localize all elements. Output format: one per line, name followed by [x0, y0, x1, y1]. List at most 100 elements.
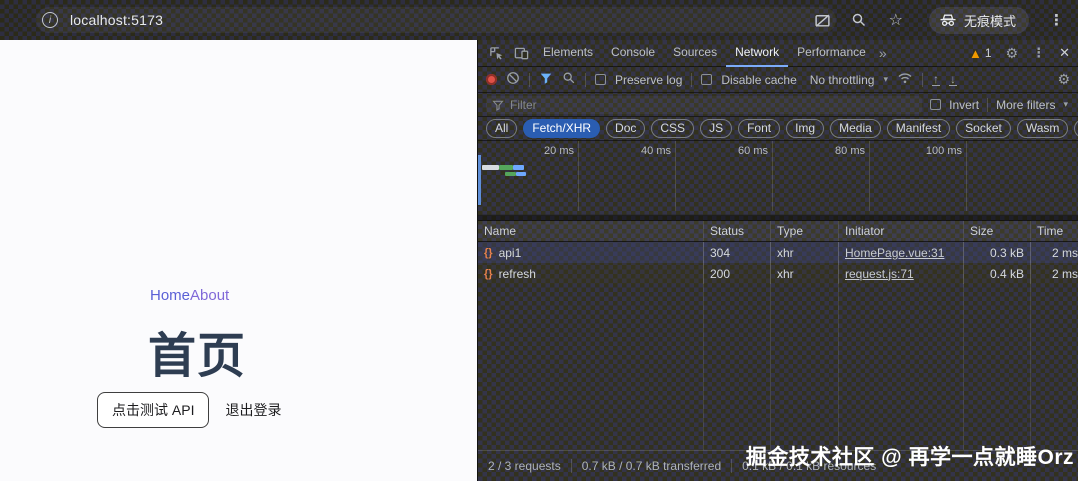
col-size[interactable]: Size — [963, 221, 1030, 241]
chip-wasm[interactable]: Wasm — [1017, 119, 1069, 138]
chip-img[interactable]: Img — [786, 119, 824, 138]
request-size: 0.4 kB — [963, 263, 1030, 284]
overview-drag-handle[interactable] — [478, 155, 481, 205]
incognito-label: 无痕模式 — [964, 11, 1016, 30]
throttling-caret-icon: ▾ — [883, 74, 888, 85]
table-row[interactable]: {} api1 304 xhr HomePage.vue:31 0.3 kB 2… — [478, 242, 1078, 263]
browser-menu-icon[interactable]: ⋮ — [1049, 11, 1064, 29]
search-icon[interactable] — [851, 12, 867, 28]
table-row[interactable]: {} refresh 200 xhr request.js:71 0.4 kB … — [478, 263, 1078, 284]
chip-fetch-xhr[interactable]: Fetch/XHR — [523, 119, 600, 138]
incognito-icon — [939, 12, 957, 28]
record-network-log-button[interactable] — [486, 74, 497, 85]
request-type: xhr — [770, 242, 838, 263]
more-filters-button[interactable]: More filters — [996, 98, 1055, 112]
network-toolbar: Preserve log Disable cache No throttling… — [478, 67, 1078, 93]
chip-media[interactable]: Media — [830, 119, 881, 138]
tick-80ms: 80 ms — [809, 145, 865, 157]
filter-placeholder: Filter — [510, 98, 537, 112]
device-toolbar-icon[interactable] — [514, 46, 529, 61]
initiator-link[interactable]: request.js:71 — [845, 267, 914, 281]
filter-funnel-icon — [492, 99, 504, 111]
filter-input[interactable]: Filter — [486, 96, 922, 114]
tick-40ms: 40 ms — [615, 145, 671, 157]
col-status[interactable]: Status — [703, 221, 770, 241]
initiator-link[interactable]: HomePage.vue:31 — [845, 246, 944, 260]
request-size: 0.3 kB — [963, 242, 1030, 263]
test-api-button[interactable]: 点击测试 API — [97, 392, 209, 428]
export-har-icon[interactable]: ↓ — [949, 74, 957, 86]
chip-doc[interactable]: Doc — [606, 119, 645, 138]
more-filters-caret-icon: ▾ — [1063, 99, 1068, 110]
tab-network[interactable]: Network — [726, 40, 788, 67]
tab-performance[interactable]: Performance — [788, 40, 875, 67]
network-overview-timeline[interactable]: 20 ms 40 ms 60 ms 80 ms 100 ms — [478, 141, 1078, 221]
invert-checkbox[interactable] — [930, 99, 941, 110]
web-page: HomeAbout 首页 点击测试 API 退出登录 — [0, 40, 478, 481]
network-settings-icon[interactable]: ⚙ — [1057, 71, 1070, 88]
search-network-icon[interactable] — [562, 71, 576, 88]
preserve-log-checkbox[interactable] — [595, 74, 606, 85]
network-filter-row: Filter Invert More filters ▾ — [478, 93, 1078, 117]
waterfall-bar — [499, 165, 513, 170]
request-status: 304 — [703, 242, 770, 263]
devtools-close-icon[interactable]: ✕ — [1059, 45, 1070, 61]
network-conditions-icon[interactable] — [897, 71, 913, 88]
screen-share-off-icon[interactable] — [814, 12, 831, 29]
site-info-icon[interactable]: i — [42, 12, 58, 28]
request-type: xhr — [770, 263, 838, 284]
throttling-select[interactable]: No throttling — [810, 73, 875, 87]
tick-20ms: 20 ms — [518, 145, 574, 157]
issues-badge[interactable]: ▲ 1 — [969, 46, 992, 61]
watermark-text: 掘金技术社区 @ 再学一点就睡Orz — [746, 441, 1074, 471]
chip-css[interactable]: CSS — [651, 119, 694, 138]
bookmark-star-icon[interactable]: ☆ — [889, 10, 903, 30]
more-tabs-icon[interactable]: » — [879, 45, 887, 61]
requests-table-body: {} api1 304 xhr HomePage.vue:31 0.3 kB 2… — [478, 242, 1078, 450]
clear-network-log-icon[interactable] — [506, 71, 520, 88]
url-text[interactable]: localhost:5173 — [70, 12, 163, 28]
tab-sources[interactable]: Sources — [664, 40, 726, 67]
col-initiator[interactable]: Initiator — [838, 221, 963, 241]
summary-transferred: 0.7 kB / 0.7 kB transferred — [582, 459, 721, 473]
warning-count: 1 — [985, 46, 992, 60]
col-time[interactable]: Time — [1030, 221, 1078, 241]
devtools-panel: Elements Console Sources Network Perform… — [478, 40, 1078, 481]
chip-other[interactable]: Other — [1074, 119, 1078, 138]
chip-socket[interactable]: Socket — [956, 119, 1011, 138]
nav-link-home[interactable]: Home — [150, 287, 190, 304]
request-status: 200 — [703, 263, 770, 284]
request-name: refresh — [499, 267, 536, 281]
tab-console[interactable]: Console — [602, 40, 664, 67]
waterfall-bar — [513, 165, 524, 170]
logout-button[interactable]: 退出登录 — [219, 393, 287, 427]
devtools-menu-icon[interactable]: ⋮ — [1032, 45, 1045, 61]
col-type[interactable]: Type — [770, 221, 838, 241]
request-time: 2 ms — [1030, 263, 1078, 284]
filter-icon[interactable] — [539, 71, 553, 88]
chip-all[interactable]: All — [486, 119, 517, 138]
request-time: 2 ms — [1030, 242, 1078, 263]
tick-60ms: 60 ms — [712, 145, 768, 157]
waterfall-bar — [482, 165, 499, 170]
invert-label[interactable]: Invert — [949, 98, 979, 112]
waterfall-bar — [505, 172, 516, 176]
tab-elements[interactable]: Elements — [534, 40, 602, 67]
page-title: 首页 — [148, 316, 246, 386]
tick-100ms: 100 ms — [906, 145, 962, 157]
inspect-element-icon[interactable] — [489, 46, 504, 61]
screenshot-root: i localhost:5173 ☆ 无痕模式 ⋮ Home — [0, 0, 1078, 481]
devtools-settings-icon[interactable]: ⚙ — [1006, 45, 1019, 62]
waterfall-bar — [516, 172, 526, 176]
chip-js[interactable]: JS — [700, 119, 732, 138]
chip-manifest[interactable]: Manifest — [887, 119, 950, 138]
chip-font[interactable]: Font — [738, 119, 780, 138]
incognito-badge[interactable]: 无痕模式 — [929, 7, 1029, 34]
nav-link-about[interactable]: About — [190, 287, 229, 304]
preserve-log-label[interactable]: Preserve log — [615, 73, 682, 87]
import-har-icon[interactable]: ↑ — [932, 74, 940, 86]
disable-cache-label[interactable]: Disable cache — [721, 73, 796, 87]
xhr-braces-icon: {} — [484, 247, 493, 259]
col-name[interactable]: Name — [478, 221, 703, 241]
disable-cache-checkbox[interactable] — [701, 74, 712, 85]
